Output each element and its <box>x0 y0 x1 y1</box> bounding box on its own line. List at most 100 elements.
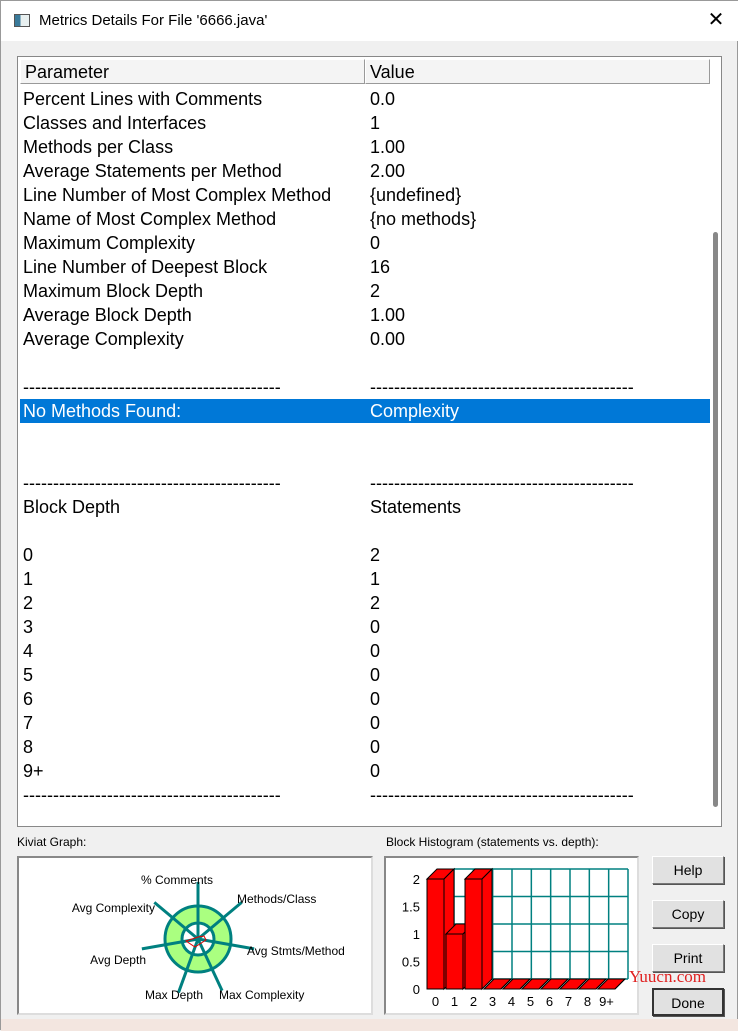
parameter-cell: Block Depth <box>23 497 121 517</box>
value-cell: 0 <box>370 737 381 757</box>
parameter-cell: ----------------------------------------… <box>23 377 281 397</box>
value-cell: 2 <box>370 281 381 301</box>
table-row[interactable]: 80 <box>20 735 710 759</box>
value-cell: 0 <box>370 689 381 709</box>
value-cell: 0 <box>370 233 381 253</box>
kiviat-axis-label: % Comments <box>141 873 213 887</box>
x-tick-label: 4 <box>508 994 515 1009</box>
table-row[interactable]: Methods per Class 1.00 <box>20 135 710 159</box>
kiviat-axis-label: Avg Complexity <box>72 901 155 915</box>
table-row[interactable]: 60 <box>20 687 710 711</box>
table-row[interactable]: Name of Most Complex Method {no methods} <box>20 207 710 231</box>
parameter-cell: Average Statements per Method <box>23 161 282 181</box>
value-cell: ----------------------------------------… <box>370 377 634 397</box>
kiviat-graph: % Comments Methods/Class Avg Stmts/Method M… <box>17 856 373 1015</box>
scrollbar-thumb[interactable] <box>713 232 718 807</box>
table-row[interactable]: ----------------------------------------… <box>20 471 710 495</box>
parameter-cell <box>20 423 367 447</box>
window-title: Metrics Details For File '6666.java' <box>39 12 268 29</box>
kiviat-axis-label: Max Complexity <box>219 988 304 1002</box>
taskbar-strip <box>1 1019 738 1031</box>
table-row[interactable]: Block Depth Statements <box>20 495 710 519</box>
metrics-list[interactable]: Parameter Value Percent Lines with Comme… <box>17 56 722 827</box>
parameter-cell: ----------------------------------------… <box>23 473 281 493</box>
table-row[interactable] <box>20 519 710 543</box>
value-cell: 0 <box>370 617 381 637</box>
x-tick-label: 5 <box>527 994 534 1009</box>
done-button[interactable]: Done <box>652 988 724 1016</box>
table-row[interactable]: Maximum Complexity 0 <box>20 231 710 255</box>
parameter-cell: 8 <box>23 737 34 757</box>
list-rows: Percent Lines with Comments 0.0 Classes an… <box>20 87 710 807</box>
parameter-cell: Methods per Class <box>23 137 174 157</box>
table-row[interactable] <box>20 423 710 447</box>
table-row[interactable]: Classes and Interfaces 1 <box>20 111 710 135</box>
value-cell: 16 <box>370 257 391 277</box>
table-row[interactable]: ----------------------------------------… <box>20 375 710 399</box>
table-row[interactable]: Line Number of Most Complex Method {undef… <box>20 183 710 207</box>
table-row[interactable] <box>20 351 710 375</box>
parameter-cell: 1 <box>23 569 34 589</box>
table-row[interactable]: Average Block Depth 1.00 <box>20 303 710 327</box>
parameter-cell: 3 <box>23 617 34 637</box>
parameter-cell: 5 <box>23 665 34 685</box>
table-row[interactable]: 9+ 0 <box>20 759 710 783</box>
value-cell: 2 <box>370 593 381 613</box>
value-cell: 1.00 <box>370 305 406 325</box>
parameter-cell: Average Complexity <box>23 329 184 349</box>
value-cell: ----------------------------------------… <box>370 785 634 805</box>
close-button[interactable]: ✕ <box>693 1 738 41</box>
value-cell: 0 <box>370 641 381 661</box>
histogram-bar <box>463 867 494 991</box>
table-row[interactable]: 40 <box>20 639 710 663</box>
parameter-cell: 9+ <box>23 761 44 781</box>
table-row[interactable]: ----------------------------------------… <box>20 783 710 807</box>
y-tick-label: 0.5 <box>402 955 420 970</box>
value-cell: 0.00 <box>370 329 406 349</box>
table-row[interactable]: 11 <box>20 567 710 591</box>
value-cell: 1.00 <box>370 137 406 157</box>
value-cell: 1 <box>370 113 381 133</box>
table-row[interactable]: Average Statements per Method 2.00 <box>20 159 710 183</box>
value-cell <box>367 423 370 447</box>
table-row[interactable] <box>20 447 710 471</box>
kiviat-axis-label: Methods/Class <box>237 892 316 906</box>
value-cell <box>367 447 370 471</box>
table-row[interactable]: 70 <box>20 711 710 735</box>
vertical-scrollbar[interactable] <box>709 84 721 826</box>
x-tick-label: 7 <box>565 994 572 1009</box>
x-tick-label: 8 <box>584 994 591 1009</box>
table-row[interactable]: Average Complexity 0.00 <box>20 327 710 351</box>
value-cell: 2 <box>370 545 381 565</box>
table-row[interactable]: 50 <box>20 663 710 687</box>
table-row[interactable]: Maximum Block Depth 2 <box>20 279 710 303</box>
copy-button[interactable]: Copy <box>652 900 724 928</box>
table-row[interactable]: 22 <box>20 591 710 615</box>
table-row[interactable]: 02 <box>20 543 710 567</box>
x-tick-label: 3 <box>489 994 496 1009</box>
table-row[interactable]: Percent Lines with Comments 0.0 <box>20 87 710 111</box>
value-cell: 0 <box>370 761 381 781</box>
help-button[interactable]: Help <box>652 856 724 884</box>
parameter-cell: No Methods Found: <box>23 401 182 421</box>
parameter-cell: Percent Lines with Comments <box>23 89 263 109</box>
y-tick-label: 1 <box>413 927 420 942</box>
table-row[interactable]: No Methods Found: Complexity <box>20 399 710 423</box>
value-cell: ----------------------------------------… <box>370 473 634 493</box>
parameter-cell: Line Number of Deepest Block <box>23 257 268 277</box>
app-icon <box>14 14 30 27</box>
column-header-value[interactable]: Value <box>365 59 710 84</box>
parameter-cell: 2 <box>23 593 34 613</box>
list-header: Parameter Value <box>20 59 710 84</box>
kiviat-label: Kiviat Graph: <box>17 835 87 849</box>
parameter-cell: ----------------------------------------… <box>23 785 281 805</box>
parameter-cell: 6 <box>23 689 34 709</box>
value-cell: Statements <box>370 497 462 517</box>
table-row[interactable]: Line Number of Deepest Block 16 <box>20 255 710 279</box>
table-row[interactable]: 30 <box>20 615 710 639</box>
parameter-cell: Line Number of Most Complex Method <box>23 185 332 205</box>
watermark: Yuucn.com <box>629 967 706 986</box>
column-header-parameter[interactable]: Parameter <box>20 59 365 84</box>
kiviat-axis-label: Avg Stmts/Method <box>247 944 345 958</box>
parameter-cell <box>20 447 367 471</box>
